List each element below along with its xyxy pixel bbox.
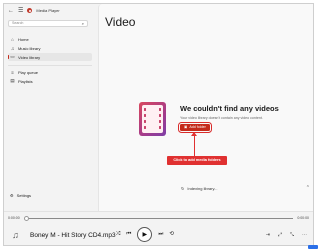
search-input[interactable]: Search ⌕ xyxy=(8,20,88,27)
taskbar-indicator xyxy=(308,245,318,249)
elapsed-time: 0:00:00 xyxy=(8,216,20,220)
play-icon: ▶ xyxy=(142,232,148,238)
player-bar: 0:00:00 0:00:00 ♫ Boney M - Hit Story CD… xyxy=(4,211,313,245)
empty-state-description: Your video library doesn't contain any v… xyxy=(180,116,263,120)
sidebar-item-music-library[interactable]: ♫ Music library xyxy=(8,44,92,52)
spinner-icon: ↻ xyxy=(181,186,185,191)
music-note-icon: ♫ xyxy=(10,45,15,51)
sidebar-item-playlists[interactable]: ▤ Playlists xyxy=(8,77,92,85)
total-time: 0:00:00 xyxy=(297,216,309,220)
search-icon[interactable]: ⌕ xyxy=(82,21,84,26)
miniplayer-icon[interactable]: ⤡ xyxy=(290,232,294,238)
sidebar-divider xyxy=(8,65,92,66)
empty-state-heading: We couldn't find any videos xyxy=(180,104,279,113)
folder-icon: ▣ xyxy=(184,125,188,129)
callout-arrow xyxy=(194,135,195,156)
window-title: Media Player xyxy=(36,8,60,13)
sidebar-item-home[interactable]: ⌂ Home xyxy=(8,35,92,43)
sidebar-item-label: Music library xyxy=(18,45,41,51)
sidebar-item-play-queue[interactable]: ≡ Play queue xyxy=(8,68,92,76)
home-icon: ⌂ xyxy=(11,36,14,42)
search-placeholder: Search xyxy=(12,21,24,25)
settings-label: Settings xyxy=(16,193,32,198)
play-button[interactable]: ▶ xyxy=(137,227,153,242)
app-logo-icon xyxy=(27,8,33,13)
next-icon[interactable]: ⏭ xyxy=(158,231,163,238)
video-icon: ▭ xyxy=(10,54,15,59)
sidebar-item-label: Playlists xyxy=(18,78,33,84)
shuffle-icon[interactable]: ⤮ xyxy=(116,231,120,238)
playback-controls: ⤮ ⏮ ▶ ⏭ ⟲ xyxy=(116,227,174,242)
collapse-icon[interactable]: ⌃ xyxy=(306,185,310,191)
sidebar-item-label: Home xyxy=(18,36,29,42)
seek-thumb[interactable] xyxy=(24,216,29,221)
music-note-icon: ♫ xyxy=(12,230,19,240)
main-content: Video We couldn't find any videos Your v… xyxy=(98,4,313,211)
callout-label: Click to add media folders xyxy=(167,156,227,165)
sidebar-item-video-library[interactable]: ▭ Video library xyxy=(8,53,92,61)
gear-icon: ⚙ xyxy=(10,193,14,198)
indexing-label: Indexing library... xyxy=(187,186,218,191)
sidebar-item-label: Play queue xyxy=(18,69,39,75)
track-title: Boney M - Hit Story CD4.mp3 xyxy=(30,232,116,239)
indexing-status: ↻ Indexing library... xyxy=(181,186,218,191)
app-window: ← ☰ Media Player — ☐ ✕ Search ⌕ ⌂ Home ♫… xyxy=(3,3,314,246)
previous-icon[interactable]: ⏮ xyxy=(126,231,131,238)
back-arrow-icon[interactable]: ← xyxy=(8,8,14,14)
film-strip-icon xyxy=(139,102,166,136)
fullscreen-icon[interactable]: ⤢ xyxy=(278,232,282,238)
settings-button[interactable]: ⚙ Settings xyxy=(8,193,31,198)
menu-icon[interactable]: ☰ xyxy=(18,8,23,14)
volume-icon[interactable]: ⇥ xyxy=(266,232,270,238)
add-folder-label: Add folder xyxy=(189,125,206,129)
more-options-icon[interactable]: ⋯ xyxy=(302,232,307,238)
page-title: Video xyxy=(105,15,136,29)
playlist-icon: ▤ xyxy=(10,78,15,83)
repeat-icon[interactable]: ⟲ xyxy=(169,231,174,238)
add-folder-button[interactable]: ▣ Add folder xyxy=(178,122,212,133)
sidebar: Search ⌕ ⌂ Home ♫ Music library ▭ Video … xyxy=(4,17,96,211)
player-extra-controls: ⇥ ⤢ ⤡ ⋯ xyxy=(266,232,307,238)
seek-bar[interactable] xyxy=(25,218,293,219)
sidebar-item-label: Video library xyxy=(18,54,41,60)
queue-icon: ≡ xyxy=(11,69,14,75)
